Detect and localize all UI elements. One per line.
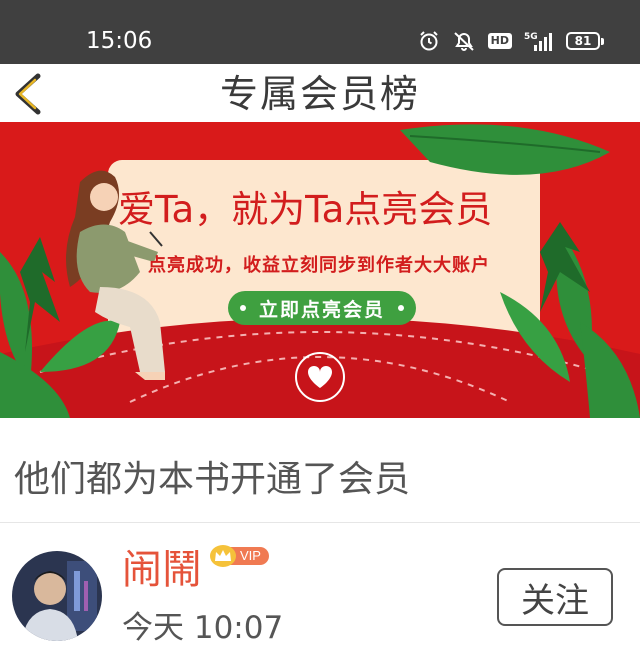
network-label: 5G (524, 32, 538, 42)
banner-headline: 爱Ta，就为Ta点亮会员 (118, 188, 493, 231)
member-name[interactable]: 闹鬧 (122, 547, 202, 593)
list-item[interactable]: 闹鬧 VIP 今天 10:07 关注 (0, 523, 640, 667)
banner-subtitle: 点亮成功，收益立刻同步到作者大大账户 (148, 255, 490, 276)
avatar[interactable] (12, 551, 102, 641)
alarm-icon (418, 30, 440, 52)
signal-5g-icon: 5G (524, 30, 554, 52)
activate-vip-button[interactable]: 立即点亮会员 (228, 291, 416, 325)
battery-icon: 81 (566, 32, 604, 50)
follow-button[interactable]: 关注 (497, 568, 613, 626)
vip-badge: VIP (210, 545, 269, 567)
status-time: 15:06 (86, 28, 153, 54)
avatar-image (12, 551, 102, 641)
section-title: 他们都为本书开通了会员 (14, 459, 411, 500)
status-icons: HD 5G 81 (418, 29, 604, 53)
mute-icon (452, 30, 476, 52)
page-title: 专属会员榜 (219, 72, 420, 116)
nav-bar: 专属会员榜 (0, 64, 640, 122)
crown-icon (210, 545, 236, 567)
hd-icon: HD (487, 33, 512, 49)
member-time: 今天 10:07 (122, 610, 284, 646)
promo-banner[interactable]: 爱Ta，就为Ta点亮会员 点亮成功，收益立刻同步到作者大大账户 立即点亮会员 (0, 122, 640, 418)
status-bar: 15:06 HD 5G 81 (0, 0, 640, 64)
